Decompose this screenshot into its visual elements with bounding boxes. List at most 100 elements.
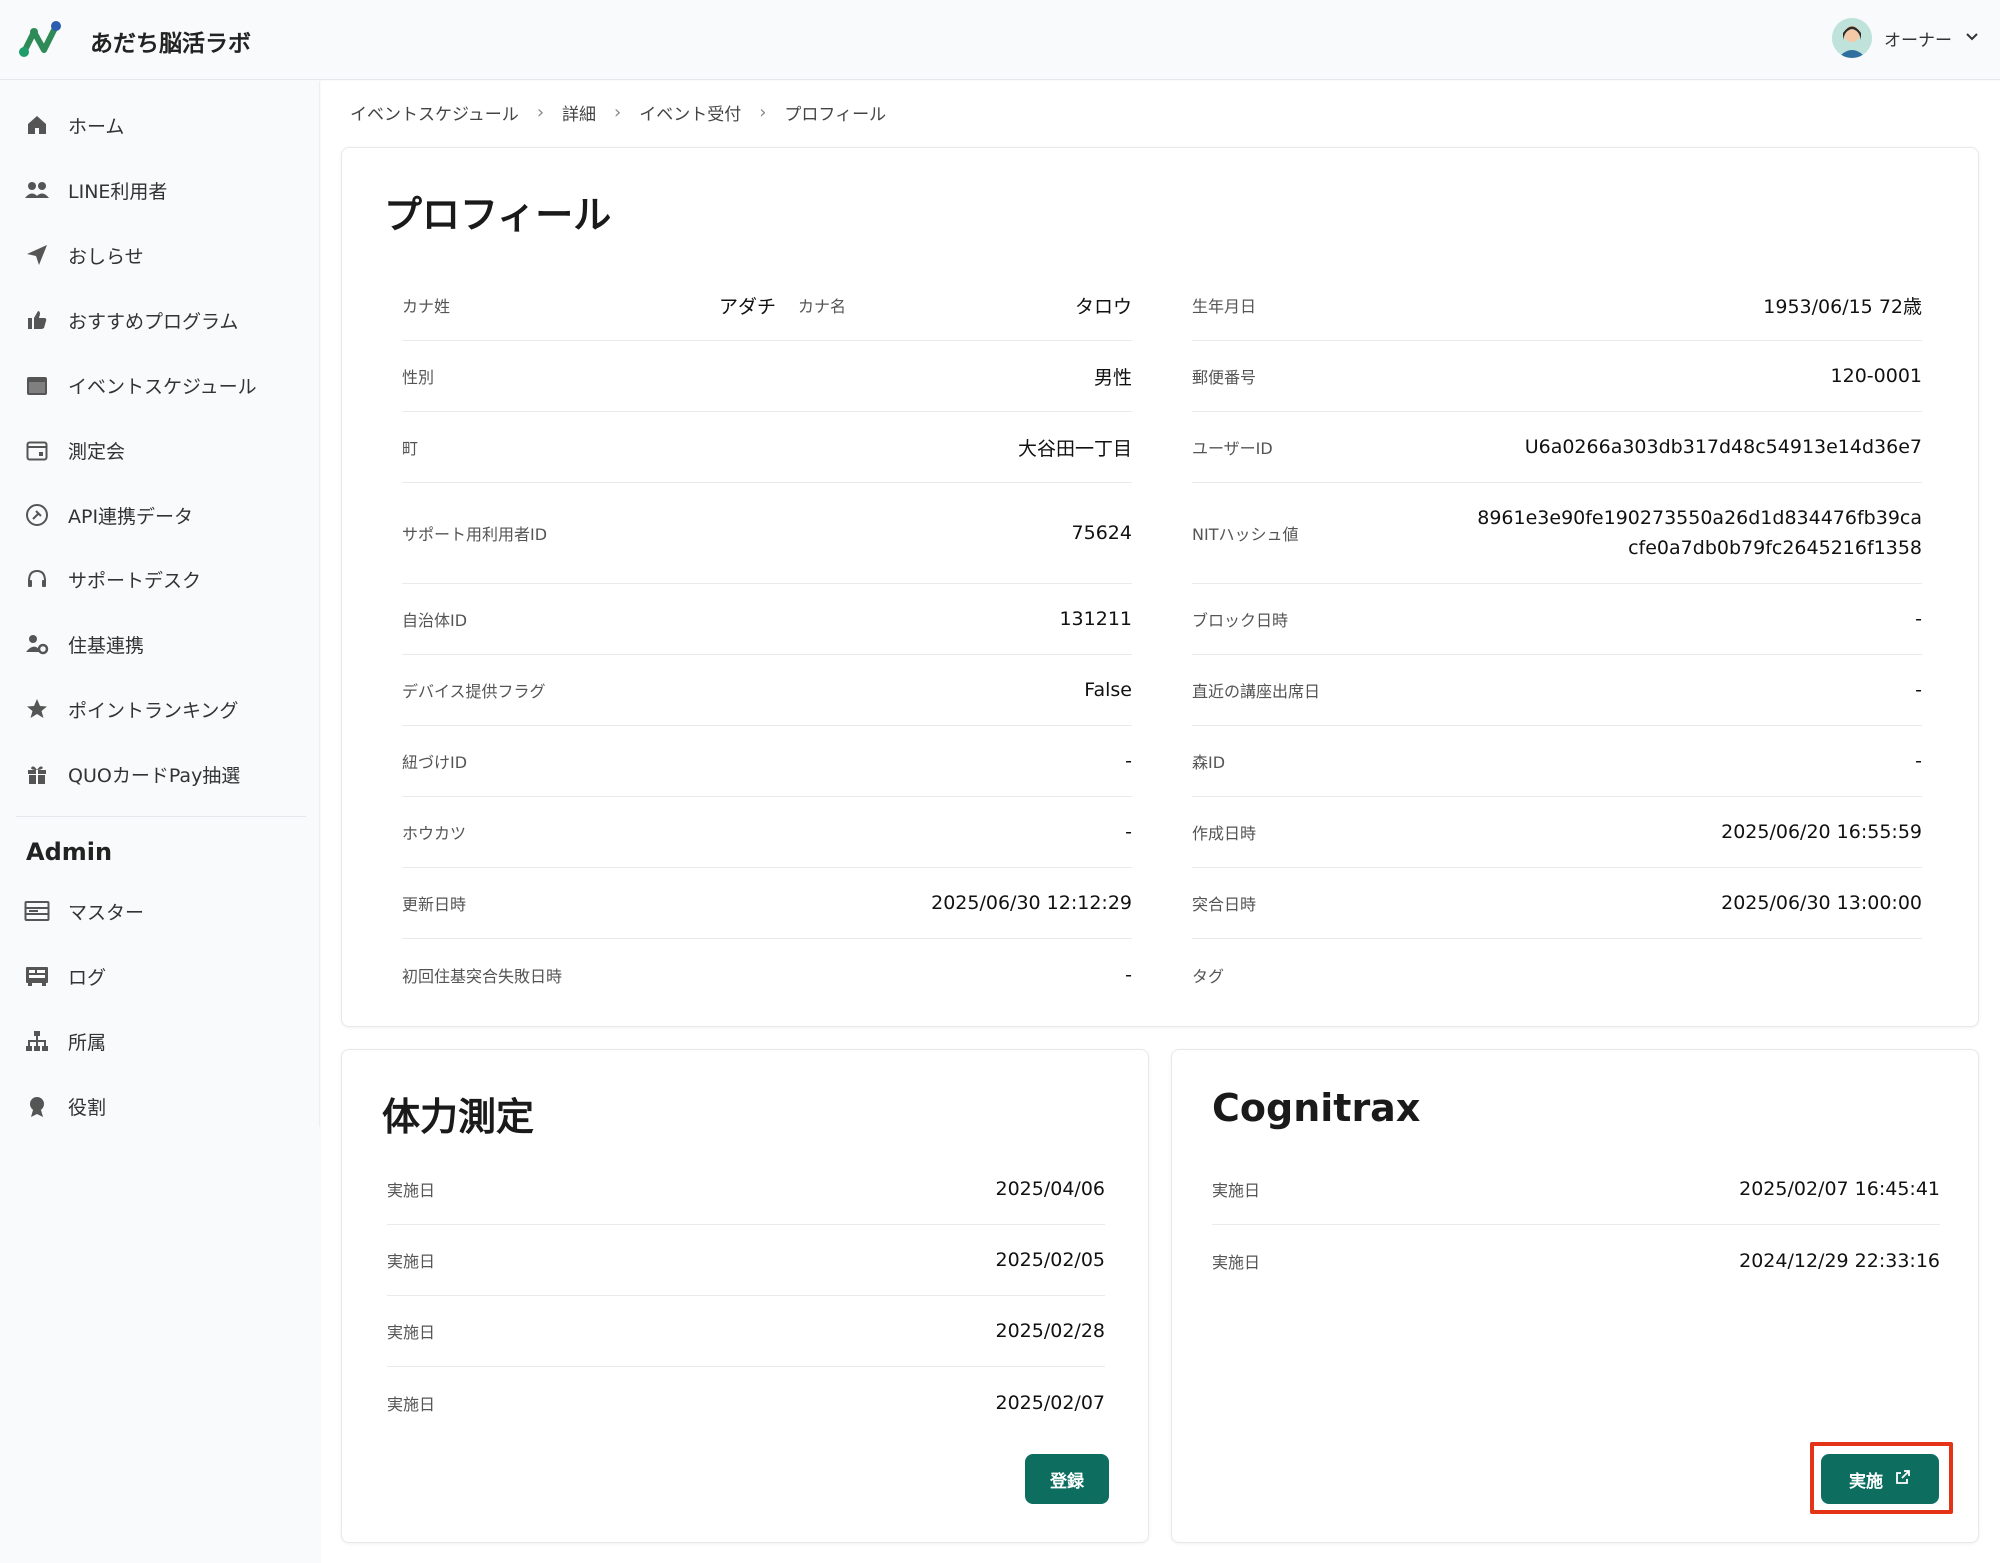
sidebar-item-role[interactable]: 役割 [22, 1086, 106, 1126]
field-label: 紐づけID [402, 753, 468, 772]
field-label: 町 [402, 439, 419, 458]
field-label: 実施日 [387, 1323, 436, 1342]
org-chart-icon [22, 1026, 52, 1056]
sidebar-item-label: 住基連携 [68, 634, 145, 657]
field-value: 131211 [1059, 608, 1132, 630]
chevron-right-icon: › [614, 102, 622, 123]
field-value: - [1125, 750, 1132, 772]
field-label: 郵便番号 [1192, 368, 1257, 387]
sidebar-item-support-desk[interactable]: サポートデスク [22, 559, 201, 599]
breadcrumb-item-profile: プロフィール [784, 105, 887, 125]
nit-hash-value: 8961e3e90fe190273550a26d1d834476fb39ca c… [1477, 503, 1922, 563]
sidebar-item-notices[interactable]: おしらせ [22, 235, 144, 275]
sidebar-item-label: イベントスケジュール [68, 375, 257, 398]
award-icon [22, 1091, 52, 1121]
admin-heading: Admin [26, 838, 113, 866]
field-label: 自治体ID [402, 611, 468, 630]
users-icon [22, 175, 52, 205]
field-label: 生年月日 [1192, 297, 1257, 316]
field-value: - [1915, 679, 1922, 701]
sidebar-item-api-data[interactable]: API連携データ [22, 495, 193, 535]
sidebar: ホーム LINE利用者 おしらせ おすすめプログラム イベントスケジュール 測定… [0, 81, 320, 1127]
profile-card: プロフィール カナ姓 アダチ カナ名 タロウ 性別 男性 町 大谷田一丁目 サポ… [341, 147, 1979, 1027]
sidebar-item-label: LINE利用者 [68, 180, 168, 203]
sidebar-item-recommended[interactable]: おすすめプログラム [22, 300, 238, 340]
field-value: 2025/06/30 12:12:29 [931, 892, 1132, 914]
sidebar-item-measurement[interactable]: 測定会 [22, 430, 125, 470]
profile-row: 性別 男性 [402, 341, 1132, 412]
profile-row: ホウカツ - [402, 797, 1132, 868]
profile-row: ユーザーID U6a0266a303db317d48c54913e14d36e7 [1192, 412, 1922, 483]
field-value: 75624 [1071, 522, 1132, 544]
gift-icon [22, 759, 52, 789]
field-label: 実施日 [387, 1252, 436, 1271]
field-label: 直近の講座出席日 [1192, 682, 1321, 701]
breadcrumb-item-event-reception[interactable]: イベント受付 [639, 100, 741, 125]
field-label: 突合日時 [1192, 895, 1257, 914]
sidebar-divider [16, 816, 306, 817]
sidebar-item-master[interactable]: マスター [22, 891, 144, 931]
fitness-row: 実施日 2025/02/05 [387, 1225, 1105, 1296]
field-value: 2025/02/07 16:45:41 [1739, 1178, 1940, 1200]
profile-row: サポート用利用者ID 75624 [402, 483, 1132, 584]
field-value: 2025/06/30 13:00:00 [1721, 892, 1922, 914]
sidebar-item-label: 測定会 [68, 440, 126, 463]
avatar [1832, 18, 1872, 58]
sidebar-item-label: おすすめプログラム [68, 310, 239, 333]
register-button[interactable]: 登録 [1025, 1454, 1109, 1504]
field-value: 2025/04/06 [995, 1178, 1105, 1200]
app-title[interactable]: あだち脳活ラボ [90, 24, 251, 58]
sidebar-item-log[interactable]: ログ [22, 956, 106, 996]
sidebar-item-line-users[interactable]: LINE利用者 [22, 170, 167, 210]
fitness-card: 体力測定 実施日 2025/04/06 実施日 2025/02/05 実施日 2… [341, 1049, 1149, 1543]
app-logo-icon[interactable] [18, 18, 62, 62]
field-value: - [1125, 963, 1132, 986]
field-label: 実施日 [387, 1394, 436, 1414]
chevron-right-icon: › [759, 102, 767, 123]
field-label: デバイス提供フラグ [402, 682, 546, 701]
nit-hash-line-2: cfe0a7db0b79fc2645216f1358 [1628, 537, 1922, 559]
kana-mei-value: タロウ [1074, 295, 1132, 318]
sidebar-item-quo-lottery[interactable]: QUOカードPay抽選 [22, 754, 240, 794]
profile-row: タグ [1192, 939, 1922, 1010]
sidebar-item-point-ranking[interactable]: ポイントランキング [22, 689, 238, 729]
top-header: あだち脳活ラボ オーナー [0, 0, 2000, 80]
field-value: 2025/02/07 [995, 1391, 1105, 1414]
sidebar-item-affiliation[interactable]: 所属 [22, 1021, 106, 1061]
profile-row-kana: カナ姓 アダチ カナ名 タロウ [402, 270, 1132, 341]
field-label: 更新日時 [402, 895, 467, 914]
sidebar-item-juki[interactable]: 住基連携 [22, 624, 144, 664]
breadcrumb-item-detail[interactable]: 詳細 [562, 100, 596, 125]
profile-row: 直近の講座出席日 - [1192, 655, 1922, 726]
profile-row: 作成日時 2025/06/20 16:55:59 [1192, 797, 1922, 868]
field-label: ブロック日時 [1192, 611, 1289, 630]
profile-row: NITハッシュ値 8961e3e90fe190273550a26d1d83447… [1192, 483, 1922, 584]
profile-row: 突合日時 2025/06/30 13:00:00 [1192, 868, 1922, 939]
sidebar-item-home[interactable]: ホーム [22, 105, 124, 145]
fitness-title: 体力測定 [382, 1095, 535, 1139]
star-icon [22, 694, 52, 724]
calendar-outline-icon [22, 435, 52, 465]
profile-row: 生年月日 1953/06/15 72歳 [1192, 270, 1922, 341]
field-label: ホウカツ [402, 824, 467, 843]
profile-row: 郵便番号 120-0001 [1192, 341, 1922, 412]
sidebar-item-event-schedule[interactable]: イベントスケジュール [22, 365, 257, 405]
profile-row: 自治体ID 131211 [402, 584, 1132, 655]
user-id-value: U6a0266a303db317d48c54913e14d36e7 [1524, 436, 1922, 458]
cognitrax-title: Cognitrax [1212, 1086, 1421, 1130]
breadcrumb-item-event-schedule[interactable]: イベントスケジュール [350, 100, 519, 125]
paper-plane-icon [22, 240, 52, 270]
plug-icon [22, 500, 52, 530]
chevron-down-icon[interactable] [1964, 28, 1980, 48]
user-menu[interactable]: オーナー [1832, 18, 1980, 58]
sidebar-item-label: ホーム [68, 115, 125, 138]
chevron-right-icon: › [536, 102, 545, 123]
fitness-row: 実施日 2025/02/07 [387, 1367, 1105, 1438]
field-label: 実施日 [387, 1181, 436, 1200]
profile-row: 更新日時 2025/06/30 12:12:29 [402, 868, 1132, 939]
field-value: 2025/02/28 [995, 1320, 1105, 1342]
sidebar-item-label: サポートデスク [68, 569, 202, 592]
sidebar-item-label: QUOカードPay抽選 [68, 764, 241, 787]
field-value: False [1084, 679, 1132, 701]
profile-title: プロフィール [384, 193, 612, 237]
